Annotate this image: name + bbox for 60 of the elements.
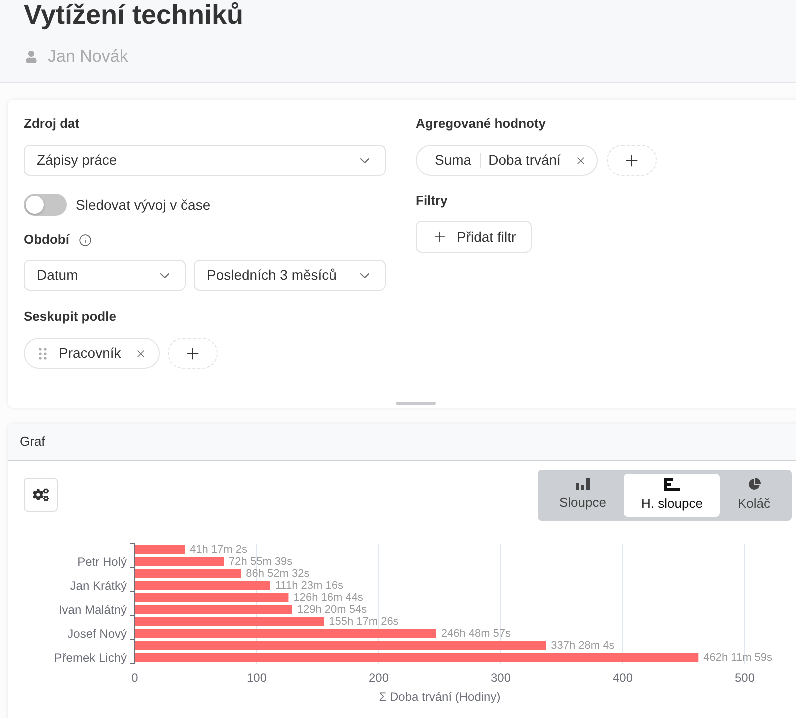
close-icon[interactable]	[574, 154, 587, 166]
category-label: Jan Krátký	[70, 579, 127, 593]
value-label: 337h 28m 4s	[551, 640, 615, 652]
value-label: 111h 23m 16s	[275, 580, 344, 592]
field-label: Zdroj dat	[24, 115, 81, 133]
plus-icon	[432, 229, 448, 245]
chart-type-tab[interactable]: H. sloupce	[624, 474, 720, 517]
value-label: 155h 17m 26s	[329, 616, 399, 628]
drag-handle-icon	[39, 348, 47, 360]
bar	[135, 546, 186, 554]
bar-chart-icon	[576, 478, 590, 490]
category-label: Ivan Malátný	[58, 603, 127, 617]
axis-title: Σ Doba trvání (Hodiny)	[379, 690, 501, 704]
select-value: Posledních 3 měsíců	[207, 266, 337, 285]
value-label: 246h 48m 57s	[441, 628, 512, 640]
tick-label: 500	[734, 671, 756, 685]
group-chip[interactable]: Pracovník	[24, 338, 160, 369]
page-title: Vytížení techniků	[24, 0, 245, 30]
horizontal-bar-chart-icon	[664, 478, 680, 491]
value-label: 462h 11m 59s	[704, 652, 773, 664]
settings-button[interactable]	[24, 478, 58, 512]
value-label: 129h 20m 54s	[297, 604, 368, 616]
field-label: Filtry	[416, 192, 448, 210]
select-field[interactable]: Zápisy práce	[24, 145, 386, 176]
user-name: Jan Novák	[48, 46, 128, 68]
chip-label: Pracovník	[59, 344, 122, 363]
add-filter-button[interactable]: Přidat filtr	[416, 221, 532, 253]
select-value: Zápisy práce	[37, 151, 118, 170]
resize-handle[interactable]	[396, 402, 436, 405]
select-field[interactable]: Datum	[24, 260, 186, 291]
tick-label: 100	[246, 671, 268, 685]
pie-chart-icon	[748, 478, 761, 491]
close-icon[interactable]	[135, 348, 148, 360]
toggle-label: Sledovat vývoj v čase	[76, 196, 211, 215]
chart-type-tab[interactable]: Sloupce	[542, 474, 624, 517]
value-label: 41h 17m 2s	[190, 544, 248, 556]
user-icon	[26, 51, 37, 63]
card-title: Graf	[20, 433, 46, 452]
info-icon	[78, 234, 92, 246]
gears-icon	[33, 487, 49, 503]
category-label: Petr Holý	[78, 555, 127, 569]
value-label: 126h 16m 44s	[294, 592, 364, 604]
tick-label: 0	[132, 671, 138, 685]
toggle-switch[interactable]	[24, 194, 67, 216]
field-label: Agregované hodnoty	[416, 115, 546, 133]
tick-label: 400	[612, 671, 634, 685]
aggregate-chip[interactable]: Suma Doba trvání	[416, 145, 598, 176]
tick-label: 200	[368, 671, 390, 685]
chip-function: Suma	[435, 151, 472, 170]
chart-type-tab[interactable]: Koláč	[720, 474, 788, 517]
tick-label: 300	[490, 671, 512, 685]
select-value: Datum	[37, 266, 78, 285]
value-label: 72h 55m 39s	[229, 556, 293, 568]
category-label: Josef Nový	[68, 627, 127, 641]
select-field[interactable]: Posledních 3 měsíců	[194, 260, 386, 291]
category-label: Přemek Lichý	[54, 651, 127, 665]
field-label: Období	[24, 231, 70, 249]
value-label: 86h 52m 32s	[246, 568, 310, 580]
chip-label: Doba trvání	[488, 151, 561, 170]
field-label: Seskupit podle	[24, 308, 116, 326]
